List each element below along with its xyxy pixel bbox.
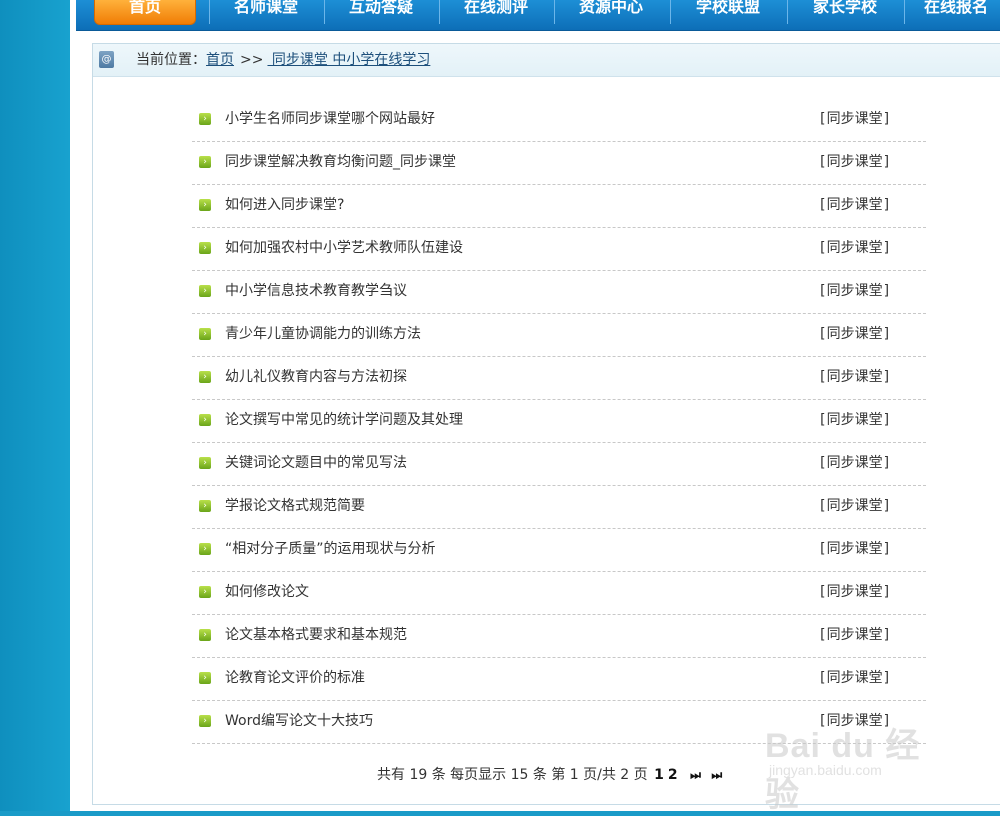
list-item: › 学报论文格式规范简要 [同步课堂] <box>192 486 926 529</box>
content-panel: @ 当前位置：首页 >> 同步课堂 中小学在线学习 › 小学生名师同步课堂哪个网站最… <box>92 43 1000 805</box>
arrow-bullet-icon: › <box>199 156 211 168</box>
list-item: › 小学生名师同步课堂哪个网站最好 [同步课堂] <box>192 99 926 142</box>
nav-divider <box>904 0 905 24</box>
list-item: › “相对分子质量”的运用现状与分析 [同步课堂] <box>192 529 926 572</box>
article-category: [同步课堂] <box>818 627 891 643</box>
breadcrumb-current-link[interactable]: 同步课堂 中小学在线学习 <box>267 52 430 68</box>
arrow-bullet-icon: › <box>199 543 211 555</box>
article-category: [同步课堂] <box>818 326 891 342</box>
nav-item-online-test[interactable]: 在线测评 <box>441 0 551 24</box>
breadcrumb-bar: @ 当前位置：首页 >> 同步课堂 中小学在线学习 <box>93 44 1000 77</box>
arrow-bullet-icon: › <box>199 629 211 641</box>
nav-item-school-alliance[interactable]: 学校联盟 <box>672 0 784 24</box>
article-title-link[interactable]: 论教育论文评价的标准 <box>225 670 365 686</box>
arrow-bullet-icon: › <box>199 586 211 598</box>
arrow-bullet-icon: › <box>199 414 211 426</box>
breadcrumb-home-link[interactable]: 首页 <box>206 52 234 68</box>
arrow-bullet-icon: › <box>199 113 211 125</box>
nav-item-resources[interactable]: 资源中心 <box>556 0 666 24</box>
next-page-icon[interactable]: ⏭ <box>690 768 701 782</box>
arrow-bullet-icon: › <box>199 715 211 727</box>
article-category: [同步课堂] <box>818 412 891 428</box>
list-item: › 关键词论文题目中的常见写法 [同步课堂] <box>192 443 926 486</box>
nav-item-parent-school[interactable]: 家长学校 <box>789 0 901 24</box>
list-item: › 论文撰写中常见的统计学问题及其处理 [同步课堂] <box>192 400 926 443</box>
arrow-bullet-icon: › <box>199 500 211 512</box>
article-title-link[interactable]: 同步课堂解决教育均衡问题_同步课堂 <box>225 154 456 170</box>
page-1-link[interactable]: 1 <box>654 767 664 783</box>
list-item: › 如何进入同步课堂? [同步课堂] <box>192 185 926 228</box>
arrow-bullet-icon: › <box>199 199 211 211</box>
article-title-link[interactable]: 中小学信息技术教育教学刍议 <box>225 283 407 299</box>
list-item: › 论教育论文评价的标准 [同步课堂] <box>192 658 926 701</box>
article-category: [同步课堂] <box>818 541 891 557</box>
article-title-link[interactable]: 论文撰写中常见的统计学问题及其处理 <box>225 412 463 428</box>
arrow-bullet-icon: › <box>199 328 211 340</box>
location-icon: @ <box>99 51 114 68</box>
left-background-strip <box>0 0 70 811</box>
breadcrumb-prefix: 当前位置： <box>136 52 206 68</box>
article-category: [同步课堂] <box>818 240 891 256</box>
list-item: › 中小学信息技术教育教学刍议 [同步课堂] <box>192 271 926 314</box>
list-item: › 如何加强农村中小学艺术教师队伍建设 [同步课堂] <box>192 228 926 271</box>
pagination: 共有 19 条 每页显示 15 条 第 1 页/共 2 页 12 ⏭ ⏭ <box>377 767 722 783</box>
nav-divider <box>439 0 440 24</box>
article-title-link[interactable]: 如何加强农村中小学艺术教师队伍建设 <box>225 240 463 256</box>
list-item: › 同步课堂解决教育均衡问题_同步课堂 [同步课堂] <box>192 142 926 185</box>
article-category: [同步课堂] <box>818 111 891 127</box>
nav-item-online-signup[interactable]: 在线报名 <box>906 0 1000 24</box>
article-title-link[interactable]: 小学生名师同步课堂哪个网站最好 <box>225 111 435 127</box>
nav-item-qa[interactable]: 互动答疑 <box>326 0 436 24</box>
arrow-bullet-icon: › <box>199 242 211 254</box>
page-2-link[interactable]: 2 <box>668 767 678 783</box>
article-category: [同步课堂] <box>818 498 891 514</box>
article-category: [同步课堂] <box>818 670 891 686</box>
breadcrumb: 当前位置：首页 >> 同步课堂 中小学在线学习 <box>136 52 430 68</box>
baidu-watermark: Bai du 经验 jingyan.baidu.com <box>765 700 945 814</box>
article-title-link[interactable]: 学报论文格式规范简要 <box>225 498 365 514</box>
top-navigation: 首页 名师课堂 互动答疑 在线测评 资源中心 学校联盟 家长学校 在线报名 <box>76 0 1000 31</box>
nav-divider <box>787 0 788 24</box>
nav-divider <box>209 0 210 24</box>
article-title-link[interactable]: 关键词论文题目中的常见写法 <box>225 455 407 471</box>
arrow-bullet-icon: › <box>199 457 211 469</box>
article-title-link[interactable]: 青少年儿童协调能力的训练方法 <box>225 326 421 342</box>
article-title-link[interactable]: 幼儿礼仪教育内容与方法初探 <box>225 369 407 385</box>
article-category: [同步课堂] <box>818 283 891 299</box>
list-item: › 如何修改论文 [同步课堂] <box>192 572 926 615</box>
page-container: 首页 名师课堂 互动答疑 在线测评 资源中心 学校联盟 家长学校 在线报名 @ … <box>70 0 1000 811</box>
nav-item-home[interactable]: 首页 <box>94 0 196 25</box>
article-list: › 小学生名师同步课堂哪个网站最好 [同步课堂] › 同步课堂解决教育均衡问题_同步课… <box>192 99 926 744</box>
arrow-bullet-icon: › <box>199 672 211 684</box>
nav-item-teacher-class[interactable]: 名师课堂 <box>211 0 321 24</box>
article-category: [同步课堂] <box>818 154 891 170</box>
arrow-bullet-icon: › <box>199 285 211 297</box>
nav-divider <box>670 0 671 24</box>
nav-divider <box>324 0 325 24</box>
article-title-link[interactable]: 如何修改论文 <box>225 584 309 600</box>
article-category: [同步课堂] <box>818 369 891 385</box>
article-title-link[interactable]: 如何进入同步课堂? <box>225 197 344 213</box>
arrow-bullet-icon: › <box>199 371 211 383</box>
article-category: [同步课堂] <box>818 584 891 600</box>
article-category: [同步课堂] <box>818 197 891 213</box>
list-item: › 幼儿礼仪教育内容与方法初探 [同步课堂] <box>192 357 926 400</box>
list-item: › 论文基本格式要求和基本规范 [同步课堂] <box>192 615 926 658</box>
last-page-icon[interactable]: ⏭ <box>711 768 722 782</box>
article-title-link[interactable]: “相对分子质量”的运用现状与分析 <box>225 541 436 557</box>
breadcrumb-separator: >> <box>240 52 264 68</box>
list-item: › 青少年儿童协调能力的训练方法 [同步课堂] <box>192 314 926 357</box>
pagination-summary: 共有 19 条 每页显示 15 条 第 1 页/共 2 页 <box>377 767 648 783</box>
article-title-link[interactable]: Word编写论文十大技巧 <box>225 713 373 729</box>
nav-divider <box>554 0 555 24</box>
article-title-link[interactable]: 论文基本格式要求和基本规范 <box>225 627 407 643</box>
article-category: [同步课堂] <box>818 455 891 471</box>
watermark-url: jingyan.baidu.com <box>769 762 882 778</box>
